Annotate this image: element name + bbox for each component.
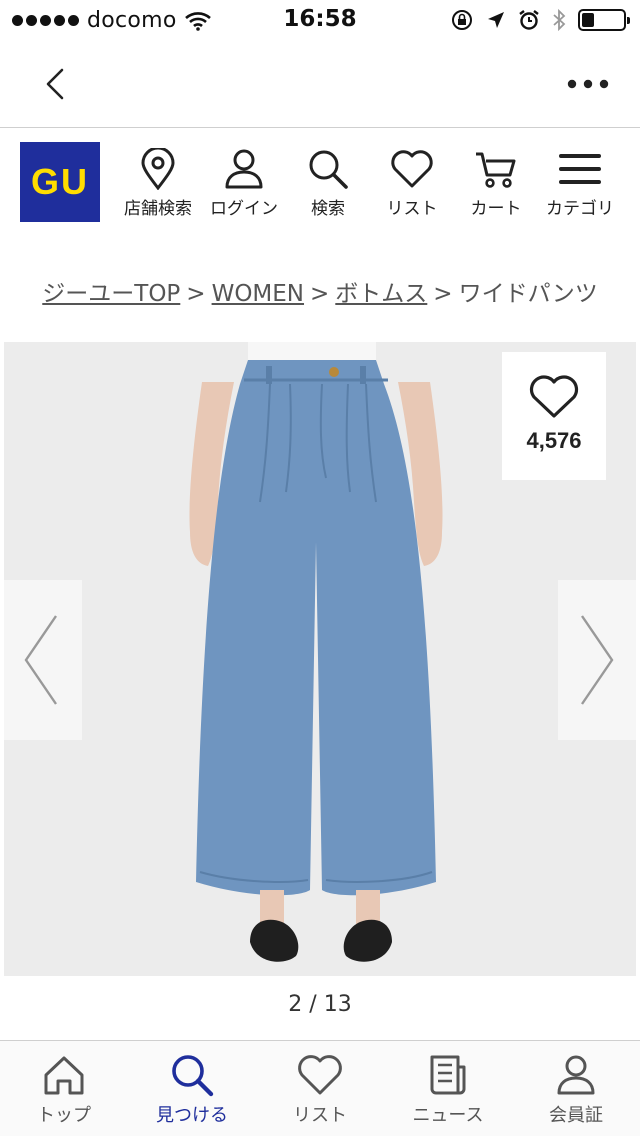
breadcrumb-current: ワイドパンツ xyxy=(458,281,598,307)
tab-bar: トップ 見つける リスト ニュース 会員証 xyxy=(0,1040,640,1136)
header-item-login[interactable]: ログイン xyxy=(204,148,284,219)
search-icon xyxy=(309,150,348,189)
next-image-button[interactable] xyxy=(558,580,636,740)
rotation-lock-icon xyxy=(452,10,472,30)
status-bar: docomo 16:58 xyxy=(0,0,640,40)
image-pager: 2 / 13 xyxy=(288,992,352,1017)
header-item-search[interactable]: 検索 xyxy=(288,148,368,219)
breadcrumb: ジーユーTOP > WOMEN > ボトムス > ワイドパンツ xyxy=(0,274,640,308)
location-arrow-icon xyxy=(488,12,504,28)
more-options-icon[interactable] xyxy=(566,74,610,94)
breadcrumb-separator: > xyxy=(186,281,206,307)
chevron-left-icon xyxy=(24,615,57,705)
breadcrumb-separator: > xyxy=(310,281,330,307)
chevron-right-icon xyxy=(581,615,614,705)
tab-top[interactable]: トップ xyxy=(0,1053,128,1127)
news-icon xyxy=(430,1055,466,1095)
bluetooth-icon xyxy=(553,8,566,32)
header-item-store-search[interactable]: 店舗検索 xyxy=(118,148,198,219)
cart-icon xyxy=(476,152,516,188)
breadcrumb-link-bottoms[interactable]: ボトムス xyxy=(335,281,427,307)
breadcrumb-separator: > xyxy=(433,281,453,307)
battery-icon xyxy=(578,9,630,31)
header-item-list[interactable]: リスト xyxy=(372,148,452,219)
header-item-cart[interactable]: カート xyxy=(456,148,536,219)
heart-icon xyxy=(529,375,579,418)
breadcrumb-link-women[interactable]: WOMEN xyxy=(212,281,304,307)
product-image-gallery[interactable]: 4,576 xyxy=(4,342,636,976)
heart-icon xyxy=(391,150,433,188)
home-icon xyxy=(44,1056,84,1095)
map-pin-icon xyxy=(141,148,175,190)
header-item-category[interactable]: カテゴリ xyxy=(540,148,620,219)
favorite-button[interactable]: 4,576 xyxy=(502,352,606,480)
favorite-count: 4,576 xyxy=(526,428,582,453)
tab-discover[interactable]: 見つける xyxy=(128,1053,256,1127)
navigation-bar xyxy=(0,40,640,128)
heart-icon xyxy=(298,1055,342,1095)
gu-logo[interactable]: GU xyxy=(20,142,100,222)
search-icon xyxy=(172,1055,214,1097)
menu-icon xyxy=(559,154,601,184)
tab-list[interactable]: リスト xyxy=(256,1053,384,1127)
user-icon xyxy=(225,149,263,189)
member-icon xyxy=(557,1055,595,1095)
tab-news[interactable]: ニュース xyxy=(384,1053,512,1127)
tab-member-card[interactable]: 会員証 xyxy=(512,1053,640,1127)
breadcrumb-link-top[interactable]: ジーユーTOP xyxy=(42,281,180,307)
previous-image-button[interactable] xyxy=(4,580,82,740)
site-header: GU 店舗検索 ログイン 検索 リスト カート カテゴリ xyxy=(0,128,640,232)
alarm-icon xyxy=(519,10,539,30)
back-chevron-icon[interactable] xyxy=(36,62,76,106)
